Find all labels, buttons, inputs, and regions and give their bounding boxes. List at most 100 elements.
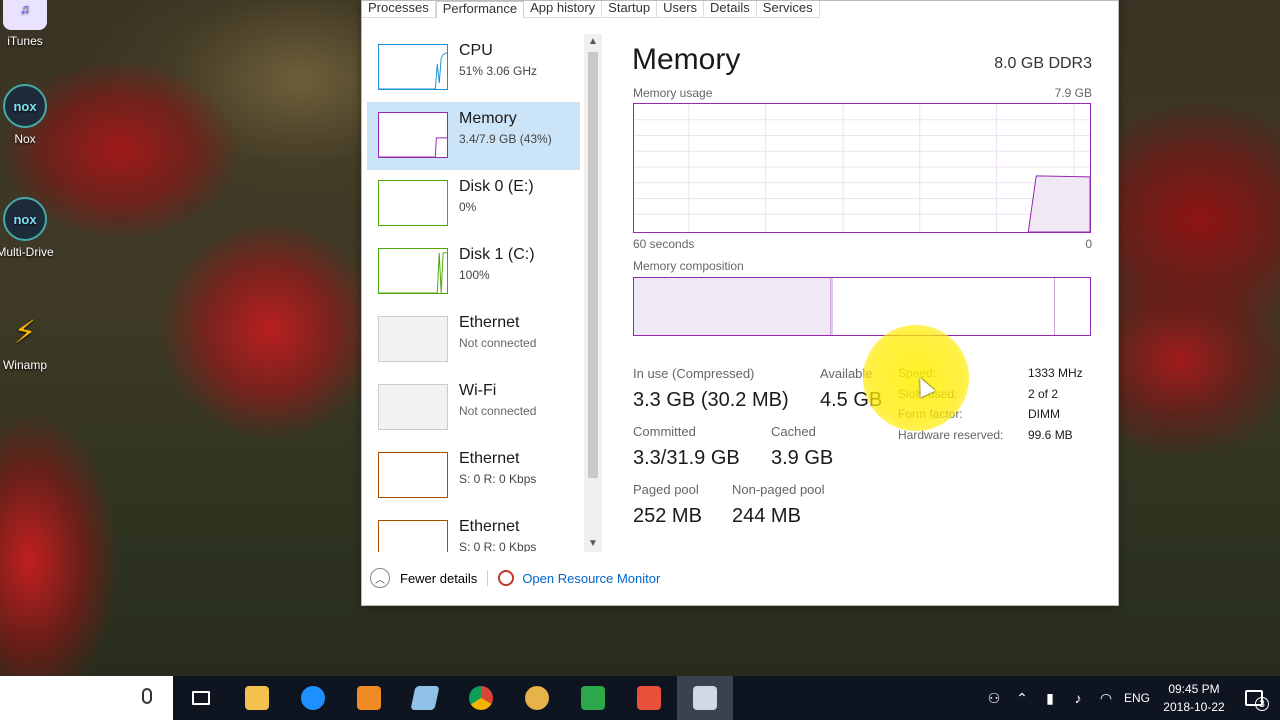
in-use-label: In use (Compressed) bbox=[633, 366, 755, 381]
sidebar-item-disk1[interactable]: Disk 1 (C:) 100% bbox=[367, 238, 580, 306]
sidebar-item-sub: 3.4/7.9 GB (43%) bbox=[459, 132, 552, 146]
available-label: Available bbox=[820, 366, 873, 381]
scroll-thumb[interactable] bbox=[588, 52, 598, 478]
desktop-icon-label: Multi-Drive bbox=[0, 245, 54, 259]
sidebar-scrollbar[interactable]: ▲ ▼ bbox=[584, 34, 602, 552]
sidebar-item-name: Ethernet bbox=[459, 314, 520, 331]
disk0-thumbnail-graph bbox=[378, 180, 448, 226]
notification-center-button[interactable]: 3 bbox=[1234, 676, 1280, 720]
scroll-down-icon[interactable]: ▼ bbox=[584, 536, 602, 552]
desktop-icon-nox[interactable]: nox Nox bbox=[0, 84, 50, 146]
disk1-thumbnail-graph bbox=[378, 248, 448, 294]
spec-value-hardware-reserved: 99.6 MB bbox=[1028, 428, 1073, 442]
microphone-icon[interactable] bbox=[142, 688, 152, 704]
cached-value: 3.9 GB bbox=[771, 447, 834, 469]
tab-services[interactable]: Services bbox=[756, 1, 820, 18]
sidebar-item-ethernet[interactable]: Ethernet Not connected bbox=[367, 306, 580, 374]
time-axis-left: 60 seconds bbox=[633, 237, 695, 251]
taskbar-app[interactable] bbox=[397, 676, 453, 720]
sidebar-item-name: Ethernet bbox=[459, 518, 520, 535]
composition-modified bbox=[831, 278, 833, 335]
footer-bar: ︿ Fewer details Open Resource Monitor bbox=[370, 567, 660, 589]
taskbar-file-explorer[interactable] bbox=[229, 676, 285, 720]
tab-details[interactable]: Details bbox=[704, 1, 757, 18]
show-hidden-icons-icon[interactable]: ⌃ bbox=[1008, 690, 1036, 707]
sidebar-item-ethernet-2[interactable]: Ethernet S: 0 R: 0 Kbps bbox=[367, 442, 580, 510]
sidebar-item-memory[interactable]: Memory 3.4/7.9 GB (43%) bbox=[367, 102, 580, 170]
sidebar-item-cpu[interactable]: CPU 51% 3.06 GHz bbox=[367, 34, 580, 102]
open-resource-monitor-link[interactable]: Open Resource Monitor bbox=[522, 571, 660, 586]
non-paged-pool-value: 244 MB bbox=[732, 505, 801, 527]
people-icon[interactable]: ⚇ bbox=[980, 690, 1008, 707]
battery-icon[interactable]: ▮ bbox=[1036, 690, 1064, 707]
system-tray: ⚇ ⌃ ▮ ♪ ◠ ENG 09:45 PM 2018-10-22 3 bbox=[980, 676, 1280, 720]
sidebar-item-wifi[interactable]: Wi-Fi Not connected bbox=[367, 374, 580, 442]
volume-icon[interactable]: ♪ bbox=[1064, 690, 1092, 706]
language-indicator[interactable]: ENG bbox=[1120, 691, 1154, 705]
sidebar-item-ethernet-3[interactable]: Ethernet S: 0 R: 0 Kbps bbox=[367, 510, 580, 552]
sidebar-item-sub: 100% bbox=[459, 268, 490, 282]
committed-label: Committed bbox=[633, 424, 696, 439]
ethernet-thumbnail-graph bbox=[378, 316, 448, 362]
memory-spec: 8.0 GB DDR3 bbox=[994, 55, 1092, 72]
desktop-icon-itunes[interactable]: ♫ iTunes bbox=[0, 0, 50, 48]
taskbar-camtasia-green[interactable] bbox=[565, 676, 621, 720]
taskbar-edge[interactable] bbox=[285, 676, 341, 720]
clock-time: 09:45 PM bbox=[1168, 682, 1220, 696]
desktop-icon-winamp[interactable]: ⚡ Winamp bbox=[0, 310, 50, 372]
taskbar-task-manager[interactable] bbox=[677, 676, 733, 720]
tab-processes[interactable]: Processes bbox=[362, 1, 436, 18]
fewer-details-button[interactable]: Fewer details bbox=[400, 571, 477, 586]
clock[interactable]: 09:45 PM 2018-10-22 bbox=[1154, 680, 1234, 716]
sidebar-item-name: CPU bbox=[459, 42, 493, 59]
wifi-thumbnail-graph bbox=[378, 384, 448, 430]
in-use-value: 3.3 GB (30.2 MB) bbox=[633, 389, 789, 411]
memory-usage-graph bbox=[633, 103, 1091, 233]
taskbar-media-player[interactable] bbox=[341, 676, 397, 720]
task-view-icon bbox=[192, 691, 210, 705]
chevron-up-icon[interactable]: ︿ bbox=[370, 568, 390, 588]
camtasia-recorder-icon bbox=[581, 686, 605, 710]
spec-value-form-factor: DIMM bbox=[1028, 407, 1060, 421]
tab-users[interactable]: Users bbox=[657, 1, 705, 18]
network-icon[interactable]: ◠ bbox=[1092, 690, 1120, 707]
cpu-thumbnail-graph bbox=[378, 44, 448, 90]
sidebar-item-name: Memory bbox=[459, 110, 517, 127]
available-value: 4.5 GB bbox=[820, 389, 883, 411]
taskbar-camtasia-red[interactable] bbox=[621, 676, 677, 720]
spec-value-speed: 1333 MHz bbox=[1028, 366, 1083, 380]
camtasia-studio-icon bbox=[637, 686, 661, 710]
taskbar-search-box[interactable] bbox=[0, 676, 173, 720]
app-icon bbox=[410, 686, 440, 710]
sidebar-item-name: Disk 0 (E:) bbox=[459, 178, 534, 195]
nox-multidrive-icon: nox bbox=[3, 197, 47, 241]
sidebar-item-sub: Not connected bbox=[459, 336, 537, 350]
tab-performance[interactable]: Performance bbox=[435, 1, 525, 18]
character-app-icon bbox=[525, 686, 549, 710]
sidebar-item-sub: Not connected bbox=[459, 404, 537, 418]
paged-pool-label: Paged pool bbox=[633, 482, 699, 497]
task-view-button[interactable] bbox=[173, 676, 229, 720]
sidebar-item-sub: 51% 3.06 GHz bbox=[459, 64, 538, 78]
spec-key-hardware-reserved: Hardware reserved: bbox=[898, 428, 1004, 442]
media-player-icon bbox=[357, 686, 381, 710]
taskbar-app-2[interactable] bbox=[509, 676, 565, 720]
sidebar-item-name: Disk 1 (C:) bbox=[459, 246, 535, 263]
scroll-up-icon[interactable]: ▲ bbox=[584, 34, 602, 50]
footer-divider bbox=[487, 570, 489, 586]
taskbar-chrome[interactable] bbox=[453, 676, 509, 720]
resource-monitor-icon bbox=[498, 570, 515, 586]
desktop-icon-multi-drive[interactable]: nox Multi-Drive bbox=[0, 197, 58, 259]
tab-app-history[interactable]: App history bbox=[524, 1, 603, 18]
sidebar-item-disk0[interactable]: Disk 0 (E:) 0% bbox=[367, 170, 580, 238]
usage-chart-max: 7.9 GB bbox=[1054, 86, 1092, 100]
edge-icon bbox=[301, 686, 325, 710]
task-manager-window: Processes Performance App history Startu… bbox=[361, 0, 1119, 606]
tab-startup[interactable]: Startup bbox=[602, 1, 658, 18]
cached-label: Cached bbox=[771, 424, 816, 439]
sidebar-item-name: Wi-Fi bbox=[459, 382, 497, 399]
page-title: Memory bbox=[632, 43, 741, 76]
composition-chart-label: Memory composition bbox=[633, 259, 744, 273]
itunes-icon: ♫ bbox=[3, 0, 47, 30]
tab-bar: Processes Performance App history Startu… bbox=[362, 1, 820, 18]
